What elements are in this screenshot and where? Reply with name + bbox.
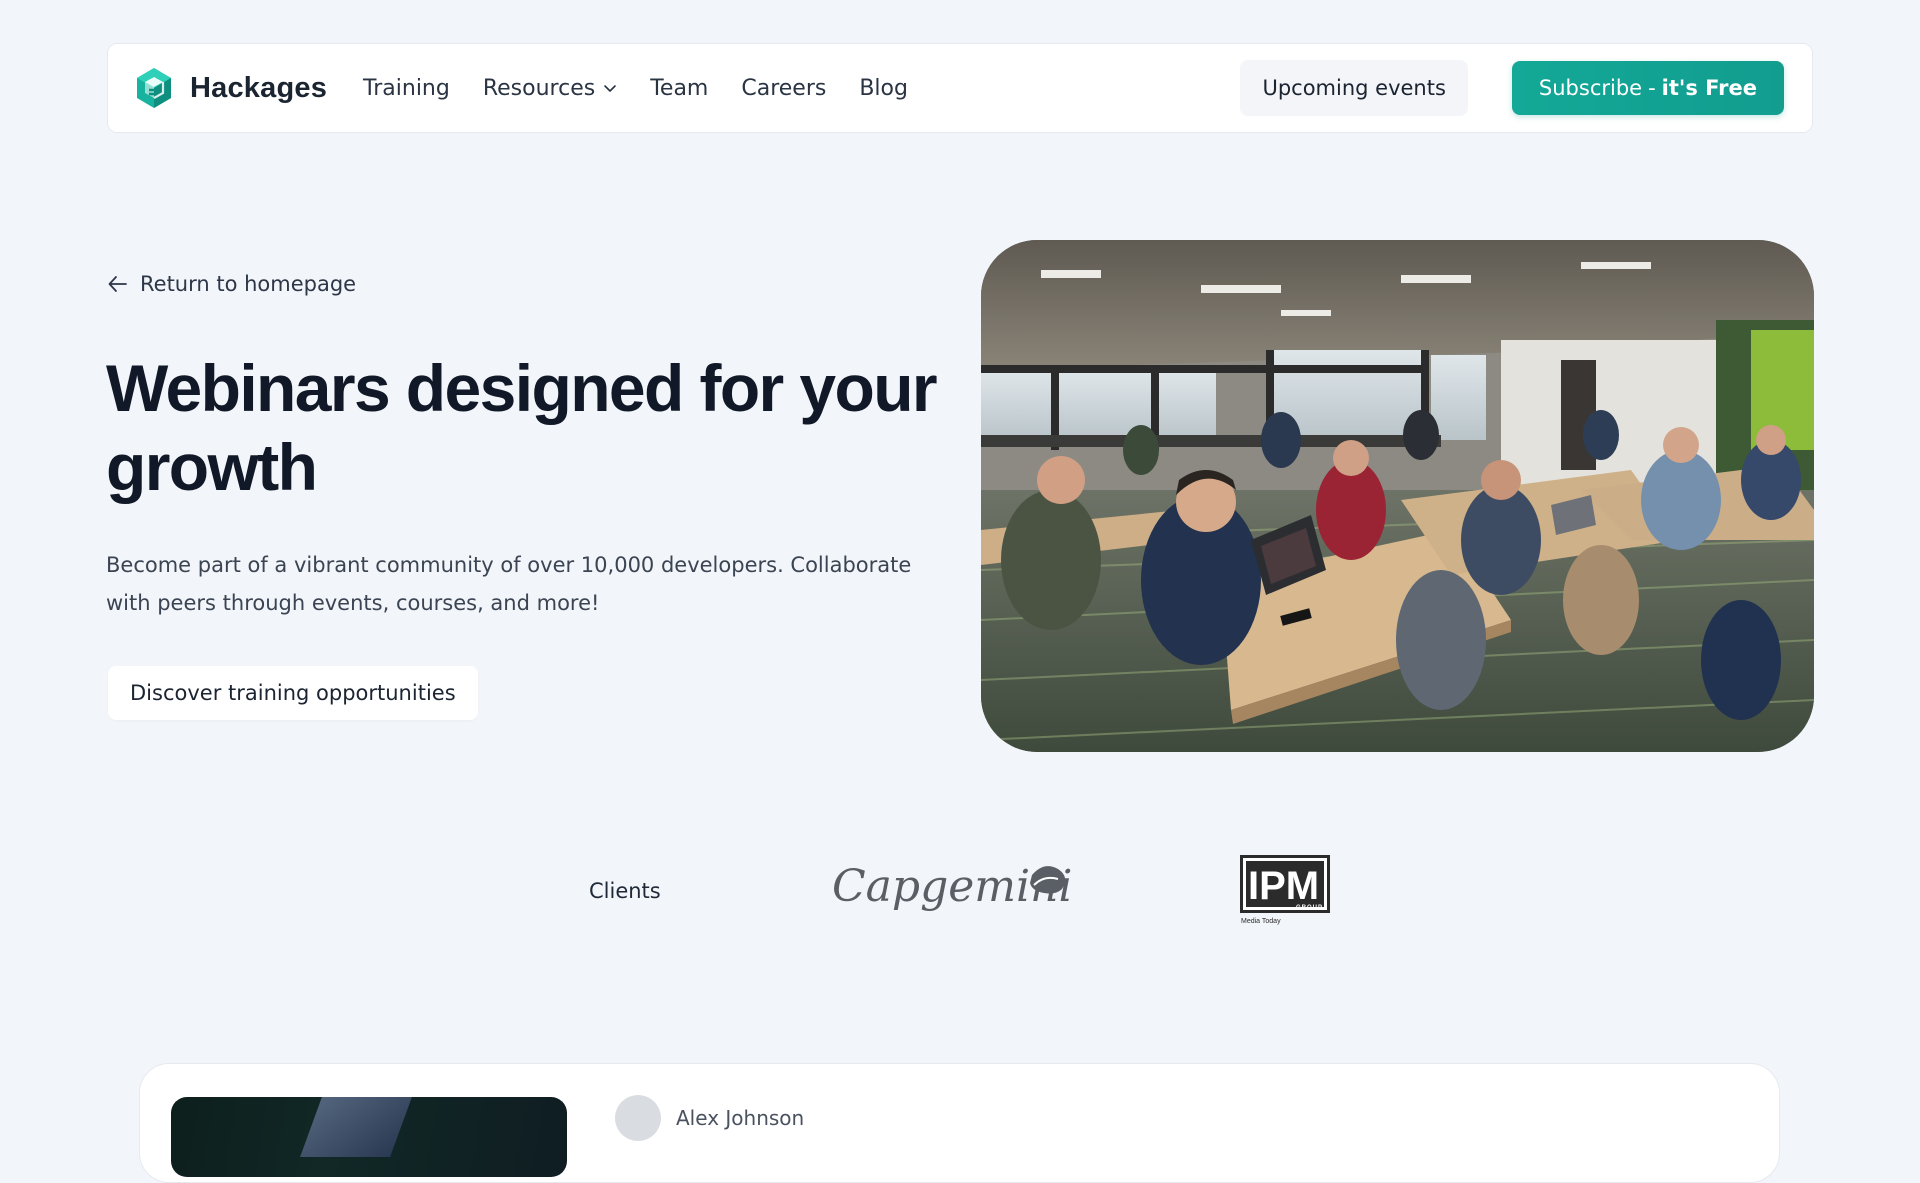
nav-link-resources[interactable]: Resources (483, 76, 617, 101)
testimonial-author-name: Alex Johnson (676, 1106, 805, 1130)
nav-link-careers[interactable]: Careers (741, 76, 826, 101)
hackages-logo-icon (137, 68, 171, 108)
subscribe-label: Subscribe (1538, 76, 1643, 100)
avatar (615, 1095, 661, 1141)
nav-link-label: Team (650, 75, 709, 101)
capgemini-logo: Capgemini (832, 861, 1072, 912)
nav-link-team[interactable]: Team (650, 76, 708, 101)
arrow-left-icon (108, 276, 127, 292)
nav-link-label: Resources (482, 75, 596, 101)
nav-link-blog[interactable]: Blog (859, 76, 908, 101)
nav-links: Training Resources Team Careers Blog (363, 76, 908, 101)
subscribe-separator: - (1648, 76, 1656, 100)
classroom-image (981, 240, 1814, 752)
subscribe-emphasis: it's Free (1661, 76, 1757, 100)
return-to-homepage-link[interactable]: Return to homepage (106, 272, 356, 296)
discover-training-button[interactable]: Discover training opportunities (108, 666, 478, 720)
chevron-down-icon (604, 85, 617, 92)
brand-name: Hackages (190, 71, 328, 104)
ipm-group-logo: IPM GROUP Media Today (1240, 855, 1330, 925)
return-to-homepage-label: Return to homepage (140, 272, 357, 296)
top-navigation: Hackages Training Resources Team Careers… (107, 43, 1813, 133)
hero-description: Become part of a vibrant community of ov… (106, 553, 912, 615)
nav-actions: Upcoming events Subscribe - it's Free (1240, 60, 1784, 116)
clients-label: Clients (589, 879, 661, 903)
nav-link-label: Careers (741, 75, 827, 101)
nav-link-label: Blog (859, 75, 908, 101)
ipm-logo-text: IPM (1248, 864, 1319, 908)
ipm-group-text: GROUP (1296, 905, 1323, 911)
hero-classroom-photo (981, 240, 1814, 752)
testimonial-card: Alex Johnson (139, 1063, 1780, 1183)
testimonial-thumbnail (171, 1097, 567, 1177)
upcoming-events-button[interactable]: Upcoming events (1240, 60, 1468, 116)
brand-link[interactable]: Hackages (132, 66, 327, 110)
page-title: Webinars designed for your growth (106, 351, 938, 504)
nav-link-label: Training (363, 75, 450, 101)
nav-link-training[interactable]: Training (363, 76, 450, 101)
subscribe-button[interactable]: Subscribe - it's Free (1511, 61, 1784, 115)
ipm-tagline-text: Media Today (1241, 918, 1281, 925)
